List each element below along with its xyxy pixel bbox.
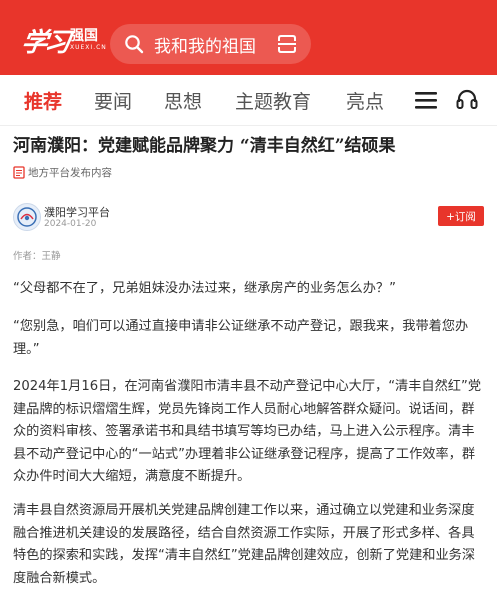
paragraph-4: 清丰县自然资源局开展机关党建品牌创建工作以来，通过确立以党建和业务深度融合推进机…: [13, 503, 476, 586]
logo-en: XUEXI.CN: [70, 43, 107, 51]
logo-mark: 学习: [19, 27, 70, 58]
account-row: 濮阳学习平台 2024-01-20 +订阅: [13, 203, 484, 231]
search-placeholder: 我和我的祖国: [154, 36, 256, 57]
scan-icon[interactable]: [277, 35, 297, 53]
search-icon: [125, 35, 144, 54]
paragraph-3: 2024年1月16日，在河南省濮阳市清丰县不动产登记中心大厅，“清丰自然红”党建…: [13, 379, 482, 484]
headset-icon[interactable]: [456, 88, 478, 110]
article-title: 河南濮阳：党建赋能品牌聚力 “清丰自然红”结硕果: [13, 136, 396, 156]
menu-icon[interactable]: [415, 90, 437, 110]
source-note-text: 地方平台发布内容: [28, 167, 112, 179]
source-note: 地方平台发布内容: [13, 165, 112, 180]
avatar-emblem-icon: [17, 207, 37, 227]
app-logo[interactable]: 学习 强国 XUEXI.CN: [19, 22, 107, 58]
document-icon: [13, 166, 25, 179]
search-bar[interactable]: 我和我的祖国: [110, 24, 311, 64]
tab-news[interactable]: 要闻: [94, 87, 132, 114]
paragraph-1: “父母都不在了，兄弟姐妹没办法过来，继承房产的业务怎么办？”: [13, 281, 396, 296]
author: 作者：王静: [13, 251, 61, 262]
tab-thought[interactable]: 思想: [164, 87, 202, 114]
tab-highlights[interactable]: 亮点: [346, 87, 384, 114]
publish-date: 2024-01-20: [44, 219, 97, 229]
account-name[interactable]: 濮阳学习平台: [44, 204, 110, 220]
logo-cn: 强国: [70, 27, 99, 44]
paragraph-2: “您别急，咱们可以通过直接申请非公证继承不动产登记，跟我来，我带着您办理。”: [13, 319, 469, 357]
tab-theme-education[interactable]: 主题教育: [235, 87, 311, 114]
channel-nav: 推荐 要闻 思想 主题教育 亮点: [0, 75, 497, 126]
avatar[interactable]: [13, 203, 41, 231]
subscribe-button[interactable]: +订阅: [438, 206, 484, 226]
top-bar: 学习 强国 XUEXI.CN 我和我的祖国: [0, 0, 497, 75]
logo-text: 强国 XUEXI.CN: [70, 27, 107, 52]
tab-recommend[interactable]: 推荐: [24, 87, 62, 114]
